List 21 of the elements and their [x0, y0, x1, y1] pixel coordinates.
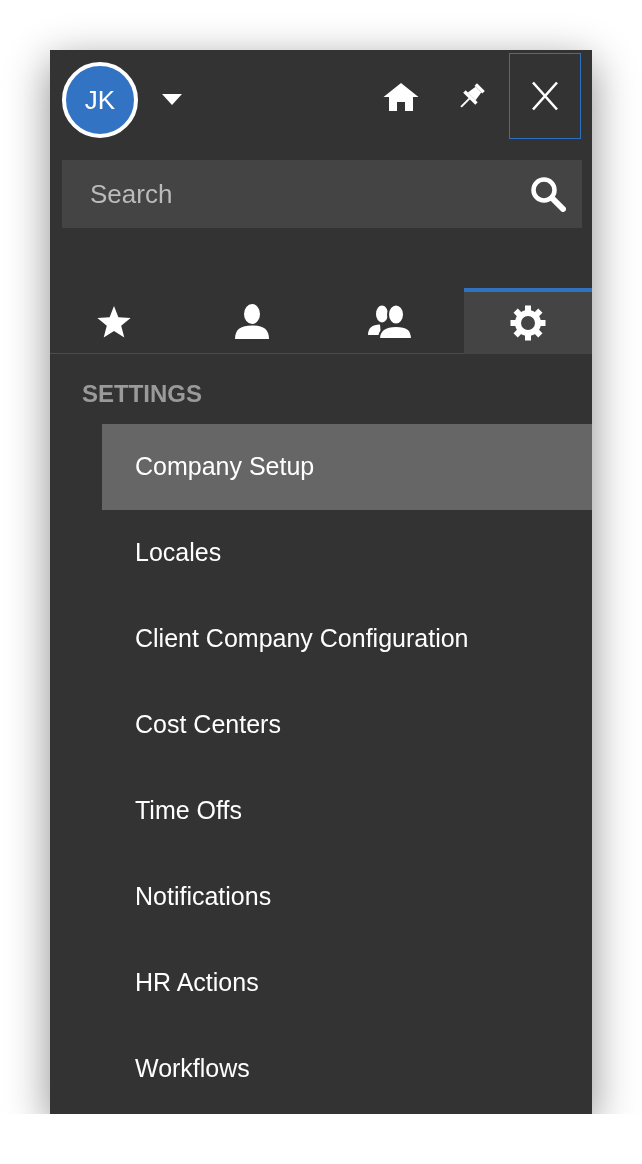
search-field[interactable]: Search: [62, 160, 582, 228]
home-icon[interactable]: [383, 82, 419, 112]
menu-item[interactable]: Time Offs: [102, 768, 592, 854]
nav-tab[interactable]: [464, 288, 592, 354]
menu-item[interactable]: HR Actions: [102, 940, 592, 1026]
gear-icon: [510, 305, 546, 341]
close-icon: [531, 81, 559, 111]
menu-item[interactable]: Workflows: [102, 1026, 592, 1112]
menu-item[interactable]: Cost Centers: [102, 682, 592, 768]
caret-down-icon[interactable]: [162, 94, 182, 105]
section-heading: SETTINGS: [81, 379, 203, 409]
star-icon: [96, 305, 132, 339]
menu-item[interactable]: Company Setup: [102, 424, 592, 510]
search-icon[interactable]: [530, 176, 566, 212]
menu-item[interactable]: Client Company Configuration: [102, 596, 592, 682]
user-avatar[interactable]: JK: [62, 62, 138, 138]
close-button[interactable]: [509, 53, 581, 139]
person-icon: [234, 304, 270, 340]
people-icon: [367, 304, 413, 340]
menu-item[interactable]: Locales: [102, 510, 592, 596]
menu-item[interactable]: Notifications: [102, 854, 592, 940]
